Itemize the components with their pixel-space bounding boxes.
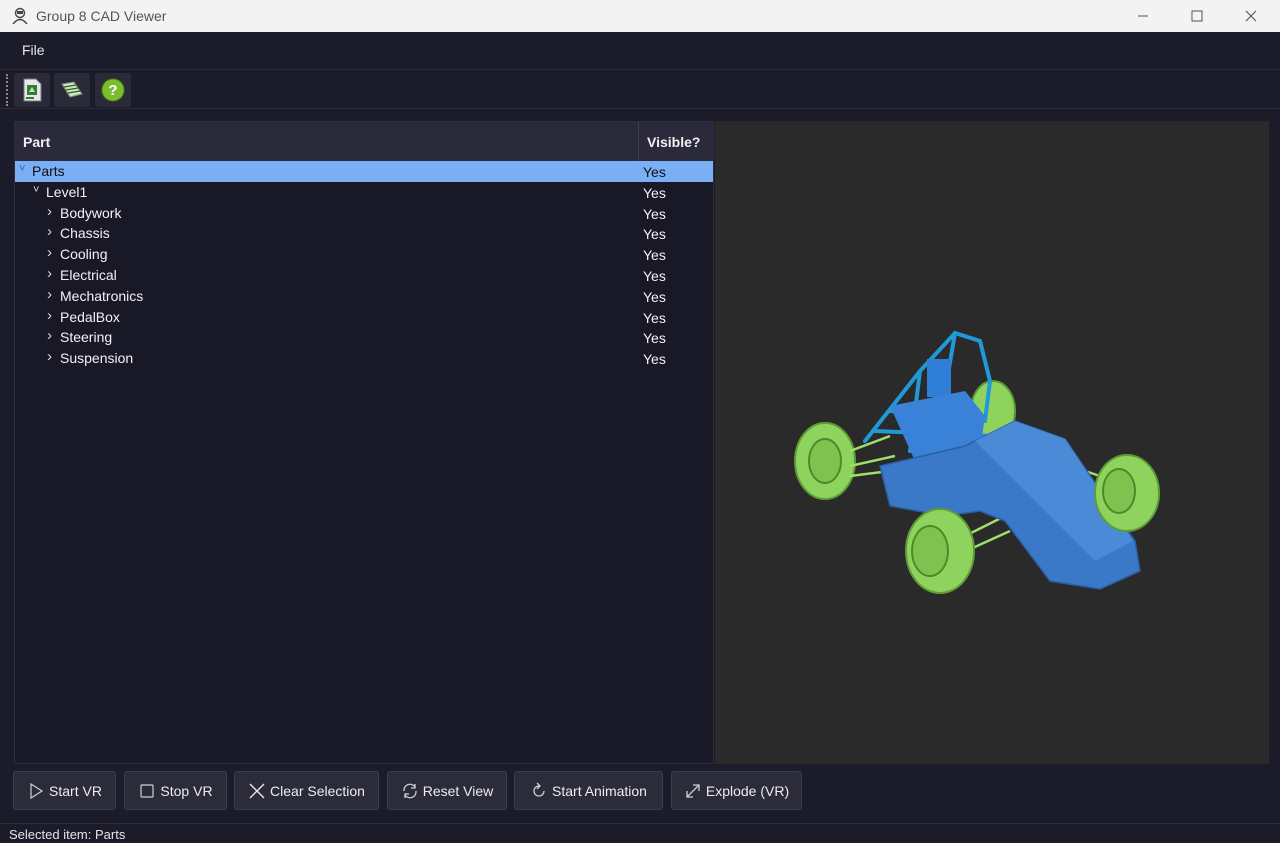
- help-icon: ?: [101, 78, 125, 102]
- tree-row[interactable]: ˅ Parts Yes: [15, 161, 713, 182]
- explode-vr-button[interactable]: Explode (VR): [671, 771, 802, 810]
- chevron-right-icon[interactable]: ›: [47, 307, 59, 324]
- stop-vr-button[interactable]: Stop VR: [124, 771, 227, 810]
- chevron-right-icon[interactable]: ›: [47, 244, 59, 261]
- tree-row[interactable]: › Suspension Yes: [15, 348, 713, 369]
- close-button[interactable]: [1224, 0, 1278, 32]
- help-button[interactable]: ?: [95, 73, 131, 107]
- open-file-icon: [23, 78, 42, 102]
- app-window: Group 8 CAD Viewer File ? Part Visible? …: [0, 0, 1280, 843]
- wheel-front-right: [1094, 454, 1160, 532]
- clear-selection-label: Clear Selection: [270, 782, 365, 799]
- wheel-rear-left: [794, 422, 856, 500]
- open-file-button[interactable]: [14, 73, 50, 107]
- tree-row-label: Parts: [32, 163, 65, 179]
- tree-row-visible[interactable]: Yes: [643, 226, 666, 242]
- window-title: Group 8 CAD Viewer: [36, 8, 167, 24]
- wheel-front-left: [905, 508, 975, 594]
- tree-row-visible[interactable]: Yes: [643, 164, 666, 180]
- app-logo-icon: [12, 7, 28, 25]
- minimize-button[interactable]: [1116, 0, 1170, 32]
- start-vr-label: Start VR: [49, 782, 102, 799]
- tree-row[interactable]: › Mechatronics Yes: [15, 286, 713, 307]
- chevron-right-icon[interactable]: ›: [47, 348, 59, 365]
- tree-row-visible[interactable]: Yes: [643, 289, 666, 305]
- tree-row-label: PedalBox: [60, 308, 120, 325]
- start-animation-button[interactable]: Start Animation: [514, 771, 663, 810]
- toolbar-grip[interactable]: [6, 74, 8, 106]
- tree-row-visible[interactable]: Yes: [643, 206, 666, 222]
- chevron-down-icon[interactable]: ˅: [33, 184, 45, 196]
- tree-row-label: Mechatronics: [60, 287, 144, 304]
- start-animation-label: Start Animation: [552, 782, 647, 799]
- status-bar: Selected item: Parts: [0, 823, 1280, 843]
- tree-row-label: Steering: [60, 329, 113, 346]
- tree-row[interactable]: › PedalBox Yes: [15, 307, 713, 328]
- reset-view-button[interactable]: Reset View: [387, 771, 507, 810]
- tree-row[interactable]: › Cooling Yes: [15, 244, 713, 265]
- clear-x-icon: [249, 783, 265, 798]
- toolbar: ?: [0, 71, 1280, 109]
- tree-row-visible[interactable]: Yes: [643, 330, 666, 346]
- play-icon: [30, 782, 44, 799]
- title-bar: Group 8 CAD Viewer: [0, 0, 1280, 32]
- chevron-down-icon[interactable]: ˅: [19, 163, 31, 175]
- maximize-button[interactable]: [1170, 0, 1224, 32]
- tree-row[interactable]: ˅ Level1 Yes: [15, 182, 713, 203]
- stop-icon: [140, 783, 155, 798]
- tree-row-visible[interactable]: Yes: [643, 351, 666, 367]
- start-vr-button[interactable]: Start VR: [13, 771, 116, 810]
- rotate-icon: [533, 782, 545, 797]
- expand-arrows-icon: [686, 783, 700, 798]
- seat-back: [927, 359, 951, 397]
- tree-row-visible[interactable]: Yes: [643, 247, 666, 263]
- tree-row[interactable]: › Steering Yes: [15, 327, 713, 348]
- load-parts-button[interactable]: [54, 73, 90, 107]
- chevron-right-icon[interactable]: ›: [47, 286, 59, 303]
- column-header-part[interactable]: Part: [15, 122, 639, 161]
- maximize-icon: [1191, 10, 1203, 22]
- chevron-right-icon[interactable]: ›: [47, 265, 59, 282]
- tree-row-visible[interactable]: Yes: [643, 310, 666, 326]
- load-parts-icon: [61, 81, 83, 98]
- menu-file[interactable]: File: [22, 42, 45, 58]
- tree-row-label: Electrical: [60, 267, 117, 283]
- tree-row[interactable]: › Chassis Yes: [15, 223, 713, 244]
- tree-row-visible[interactable]: Yes: [643, 185, 666, 201]
- tree-row[interactable]: › Bodywork Yes: [15, 203, 713, 224]
- column-header-visible[interactable]: Visible?: [640, 122, 713, 161]
- status-message: Selected item: Parts: [9, 827, 126, 842]
- race-car-model: [794, 330, 1160, 594]
- refresh-icon: [403, 783, 417, 798]
- stop-vr-label: Stop VR: [160, 782, 213, 799]
- parts-tree[interactable]: Part Visible? ˅ Parts Yes ˅ Level1 Yes › Bodywo…: [14, 121, 714, 764]
- tree-header: Part Visible?: [15, 122, 713, 161]
- explode-vr-label: Explode (VR): [705, 782, 790, 799]
- tree-row-label: Bodywork: [60, 204, 122, 221]
- chevron-right-icon[interactable]: ›: [47, 327, 59, 344]
- minimize-icon: [1138, 15, 1148, 17]
- tree-row-visible[interactable]: Yes: [643, 268, 666, 284]
- chevron-right-icon[interactable]: ›: [47, 223, 59, 240]
- reset-view-label: Reset View: [422, 782, 494, 799]
- tree-row-label: Suspension: [60, 350, 134, 367]
- tree-row-label: Chassis: [60, 225, 110, 242]
- chevron-right-icon[interactable]: ›: [47, 203, 59, 220]
- menu-bar: File: [0, 32, 1280, 70]
- tree-row-label: Level1: [46, 183, 88, 200]
- close-icon: [1245, 10, 1257, 22]
- clear-selection-button[interactable]: Clear Selection: [234, 771, 379, 810]
- tree-row[interactable]: › Electrical Yes: [15, 265, 713, 286]
- 3d-viewport[interactable]: [715, 121, 1269, 764]
- svg-text:?: ?: [108, 82, 117, 99]
- tree-row-label: Cooling: [60, 246, 108, 263]
